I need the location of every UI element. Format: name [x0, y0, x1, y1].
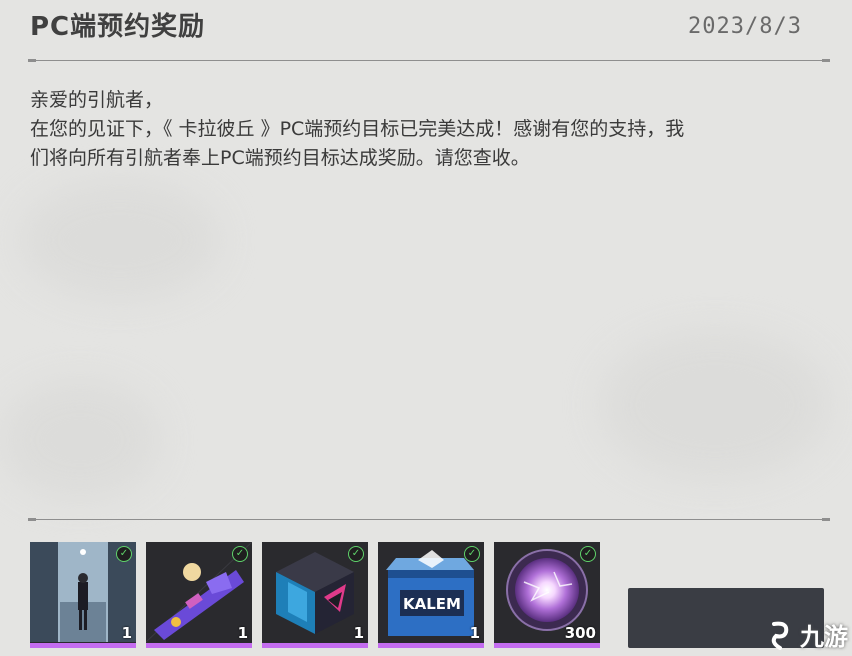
reward-item[interactable]: ✓ 300	[494, 542, 600, 648]
claimed-check-icon: ✓	[464, 546, 480, 562]
reward-quantity: 300	[564, 624, 596, 642]
claimed-check-icon: ✓	[116, 546, 132, 562]
mail-body-line: 们将向所有引航者奉上PC端预约目标达成奖励。请您查收。	[30, 147, 530, 169]
mail-body-line: 在您的见证下，《 卡拉彼丘 》PC端预约目标已完美达成！感谢有您的支持，我	[30, 118, 685, 140]
reward-item[interactable]: ✓ 1	[30, 542, 136, 648]
rewards-divider	[28, 518, 830, 521]
claimed-check-icon: ✓	[580, 546, 596, 562]
watermark: 九游	[766, 617, 848, 652]
rarity-bar	[378, 643, 484, 648]
claimed-check-icon: ✓	[232, 546, 248, 562]
crate-label: KALEM	[403, 595, 461, 613]
mail-title: PC端预约奖励	[30, 12, 206, 42]
reward-quantity: 1	[353, 624, 364, 642]
reward-item[interactable]: ✓ 1	[262, 542, 368, 648]
background-decoration	[20, 180, 220, 300]
rarity-bar	[494, 643, 600, 648]
claimed-check-icon: ✓	[348, 546, 364, 562]
watermark-logo-icon	[771, 621, 789, 650]
background-decoration	[0, 380, 160, 500]
rarity-bar	[30, 643, 136, 648]
watermark-text: 九游	[800, 623, 848, 651]
background-decoration	[600, 330, 830, 480]
mail-greeting: 亲爱的引航者，	[30, 89, 164, 111]
mail-date: 2023/8/3	[688, 14, 802, 39]
reward-item[interactable]: KALEM ✓ 1	[378, 542, 484, 648]
reward-quantity: 1	[121, 624, 132, 642]
reward-quantity: 1	[469, 624, 480, 642]
reward-item[interactable]: ✓ 1	[146, 542, 252, 648]
reward-list: ✓ 1 ✓ 1 ✓ 1 KALEM ✓ 1 ✓ 300	[30, 542, 600, 648]
header-divider	[28, 59, 830, 62]
reward-quantity: 1	[237, 624, 248, 642]
rarity-bar	[262, 643, 368, 648]
rarity-bar	[146, 643, 252, 648]
mail-body: 亲爱的引航者， 在您的见证下，《 卡拉彼丘 》PC端预约目标已完美达成！感谢有您…	[30, 86, 830, 173]
